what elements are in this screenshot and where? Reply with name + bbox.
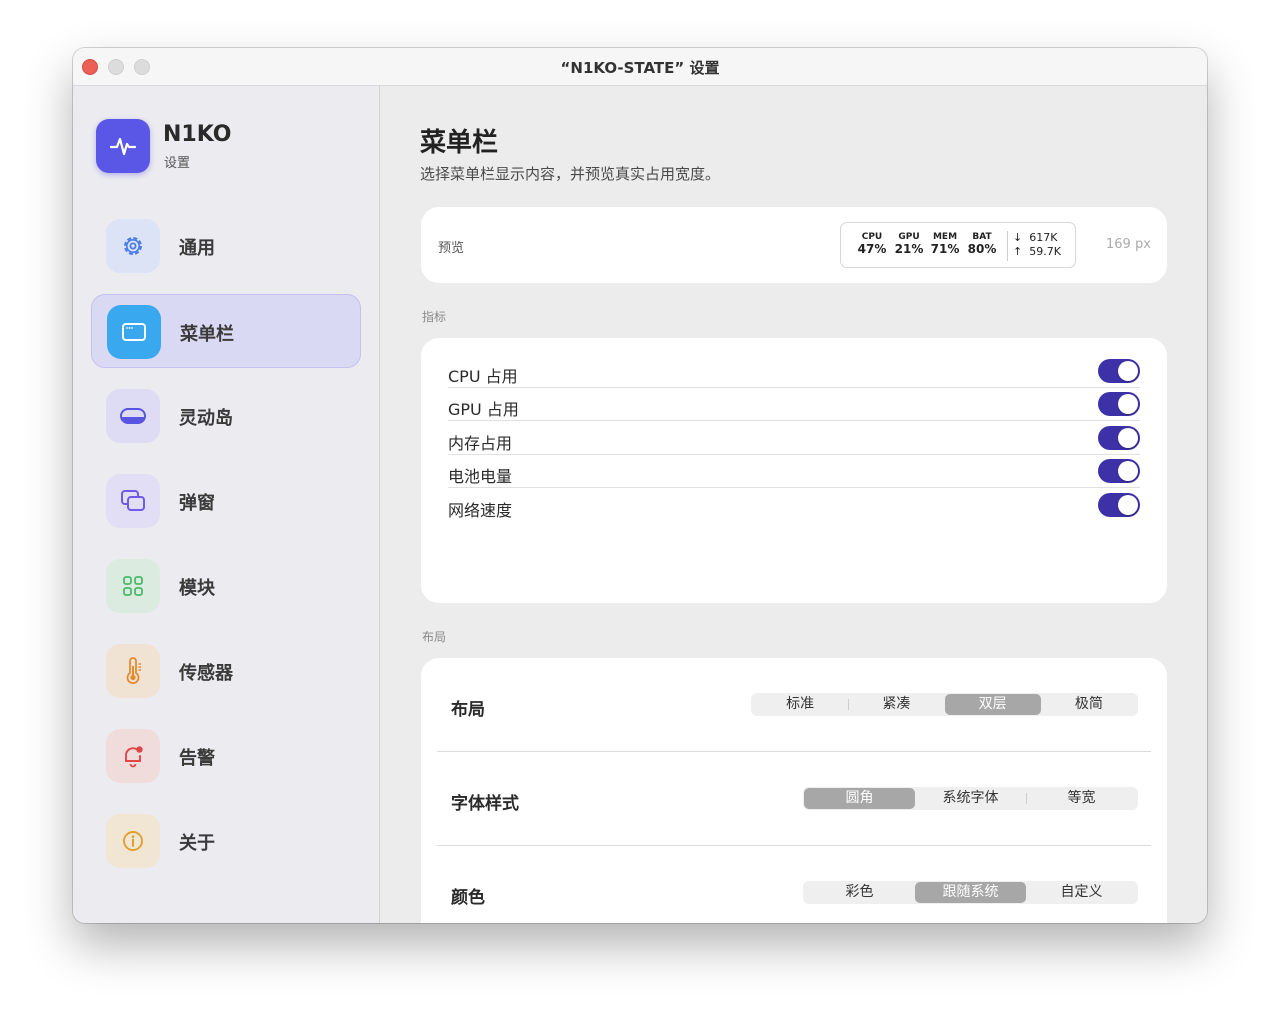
arrow-down-icon: ↓ [1013,231,1023,244]
title-bar: “N1KO-STATE” 设置 [73,48,1207,86]
sidebar-item-label: 通用 [179,238,215,259]
layout-segmented-control: 标准 紧凑 双层 极简 [751,693,1138,716]
metric-row-gpu: GPU 占用 [448,388,1140,421]
preview-net-up: ↑ 59.7K [1013,245,1061,258]
pulse-icon [109,137,137,156]
sidebar-item-menubar[interactable]: 菜单栏 [91,294,361,368]
metrics-card: CPU 占用 GPU 占用 内存占用 电池电量 网络速度 [421,338,1167,603]
font-segmented-control: 圆角 系统字体 等宽 [803,787,1138,810]
layout-label: 字体样式 [451,794,519,814]
preview-net-down: ↓ 617K [1013,231,1058,244]
app-name: N1KO [163,122,232,147]
layout-option-standard[interactable]: 标准 [752,694,848,715]
app-subtitle: 设置 [164,156,191,171]
layout-row-color: 颜色 彩色 跟随系统 自定义 [437,846,1151,923]
arrow-up-icon: ↑ [1013,245,1023,258]
settings-window: “N1KO-STATE” 设置 N1KO 设置 通用 菜单栏 灵动岛 弹窗 模块… [73,48,1207,923]
menubar-preview: CPU 47% GPU 21% MEM 71% BAT 80% ↓ 617K ↑… [840,222,1076,268]
metric-row-cpu: CPU 占用 [448,355,1140,388]
preview-stat-mem: MEM 71% [930,232,960,256]
info-icon [106,814,160,868]
sidebar-item-popup[interactable]: 弹窗 [91,464,361,538]
preview-card: 预览 CPU 47% GPU 21% MEM 71% BAT 80% ↓ 617… [421,207,1167,283]
memory-toggle[interactable] [1098,426,1140,450]
font-option-rounded[interactable]: 圆角 [804,788,915,809]
menubar-window-icon [107,305,161,359]
gpu-toggle[interactable] [1098,392,1140,416]
page-subtitle: 选择菜单栏显示内容，并预览真实占用宽度。 [420,165,721,183]
layout-option-double[interactable]: 双层 [944,694,1041,715]
sidebar-item-label: 传感器 [179,663,233,684]
sidebar-item-label: 菜单栏 [180,324,234,345]
sidebar-item-general[interactable]: 通用 [91,209,361,283]
metric-label: 内存占用 [448,434,513,453]
preview-stat-gpu: GPU 21% [894,232,924,256]
cpu-toggle[interactable] [1098,359,1140,383]
thermometer-icon [106,644,160,698]
page-title: 菜单栏 [420,128,499,158]
sidebar-item-label: 告警 [179,748,215,769]
main-content: 菜单栏 选择菜单栏显示内容，并预览真实占用宽度。 预览 CPU 47% GPU … [381,86,1207,923]
preview-separator [1007,231,1008,261]
app-logo [96,119,150,173]
metrics-section-label: 指标 [422,310,447,324]
sidebar-item-label: 关于 [179,833,215,854]
layout-option-compact[interactable]: 紧凑 [848,694,944,715]
metric-row-network: 网络速度 [448,489,1140,522]
network-toggle[interactable] [1098,493,1140,517]
popup-windows-icon [106,474,160,528]
color-option-custom[interactable]: 自定义 [1026,882,1137,903]
battery-toggle[interactable] [1098,459,1140,483]
layout-row-layout: 布局 标准 紧凑 双层 极简 [437,658,1151,752]
bell-alert-icon [106,729,160,783]
metric-row-memory: 内存占用 [448,422,1140,455]
sidebar-item-about[interactable]: 关于 [91,804,361,878]
sidebar: N1KO 设置 通用 菜单栏 灵动岛 弹窗 模块 传感器 告警 关于 [73,86,380,923]
color-segmented-control: 彩色 跟随系统 自定义 [803,881,1138,904]
grid-modules-icon [106,559,160,613]
metric-label: 网络速度 [448,501,513,520]
metric-label: 电池电量 [448,467,513,486]
preview-width: 169 px [1106,237,1151,252]
window-title: “N1KO-STATE” 设置 [560,59,720,77]
layout-card: 布局 标准 紧凑 双层 极简 字体样式 圆角 系统字体 等宽 颜色 彩色 跟随系… [421,658,1167,923]
font-option-mono[interactable]: 等宽 [1026,788,1137,809]
sidebar-item-alerts[interactable]: 告警 [91,719,361,793]
gear-icon [106,219,160,273]
layout-section-label: 布局 [422,630,447,644]
sidebar-item-modules[interactable]: 模块 [91,549,361,623]
layout-option-minimal[interactable]: 极简 [1041,694,1137,715]
dynamic-island-icon [106,389,160,443]
sidebar-item-sensors[interactable]: 传感器 [91,634,361,708]
layout-row-font: 字体样式 圆角 系统字体 等宽 [437,752,1151,846]
color-option-system[interactable]: 跟随系统 [915,882,1026,903]
color-option-colorful[interactable]: 彩色 [804,882,915,903]
sidebar-item-label: 弹窗 [179,493,215,514]
metric-label: GPU 占用 [448,400,519,419]
layout-label: 布局 [451,700,485,720]
sidebar-item-label: 灵动岛 [179,408,233,429]
preview-label: 预览 [438,241,465,256]
sidebar-item-dynamic-island[interactable]: 灵动岛 [91,379,361,453]
preview-stat-bat: BAT 80% [967,232,997,256]
sidebar-item-label: 模块 [179,578,215,599]
metric-row-battery: 电池电量 [448,455,1140,488]
metric-label: CPU 占用 [448,367,518,386]
font-option-system[interactable]: 系统字体 [915,788,1026,809]
layout-label: 颜色 [451,888,485,908]
preview-stat-cpu: CPU 47% [857,232,887,256]
